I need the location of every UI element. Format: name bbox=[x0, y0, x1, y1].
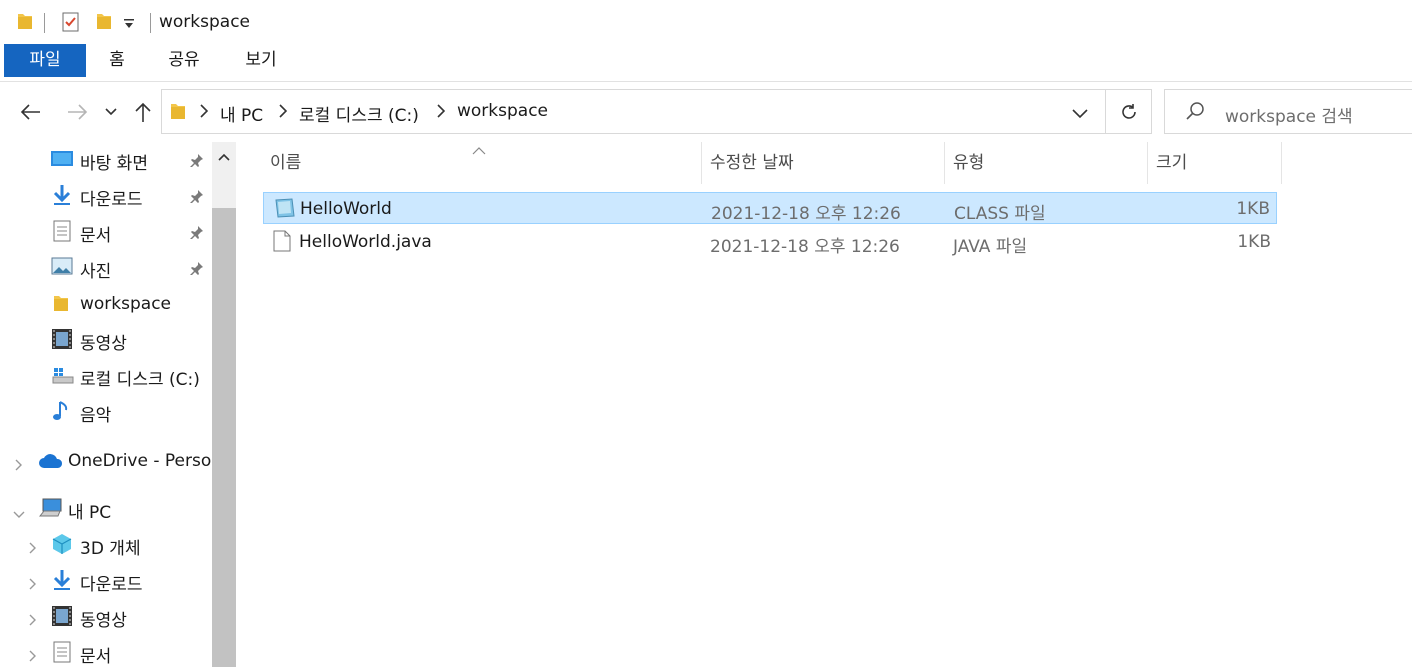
chevron-right-icon[interactable] bbox=[29, 575, 37, 595]
file-date: 2021-12-18 오후 12:26 bbox=[710, 237, 900, 257]
video-icon bbox=[51, 328, 73, 350]
column-header-size[interactable]: 크기 bbox=[1148, 142, 1282, 184]
nav-item-pc-videos[interactable]: 동영상 bbox=[0, 600, 212, 634]
java-file-icon bbox=[273, 230, 291, 257]
file-type: JAVA 파일 bbox=[953, 237, 1028, 257]
computer-icon bbox=[38, 497, 62, 519]
file-name: HelloWorld bbox=[300, 199, 392, 219]
tab-share[interactable]: 공유 bbox=[160, 44, 208, 77]
cube-icon bbox=[51, 533, 73, 555]
nav-item-3d-objects[interactable]: 3D 개체 bbox=[0, 528, 212, 562]
video-icon bbox=[51, 605, 73, 627]
nav-scrollbar[interactable] bbox=[212, 142, 236, 667]
download-icon bbox=[52, 184, 74, 206]
title-bar: workspace bbox=[0, 0, 1412, 44]
nav-item-workspace[interactable]: workspace bbox=[0, 288, 212, 322]
pin-icon[interactable] bbox=[190, 188, 204, 208]
ribbon-tabs: 파일 홈 공유 보기 bbox=[0, 44, 1412, 82]
chevron-right-icon[interactable] bbox=[279, 103, 288, 123]
refresh-icon bbox=[1122, 103, 1136, 119]
recent-locations-button[interactable] bbox=[100, 97, 122, 127]
pin-icon[interactable] bbox=[190, 224, 204, 244]
pin-icon[interactable] bbox=[190, 152, 204, 172]
chevron-right-icon[interactable] bbox=[29, 611, 37, 631]
file-name: HelloWorld.java bbox=[299, 232, 432, 252]
breadcrumb-this-pc[interactable]: 내 PC bbox=[220, 101, 263, 126]
cloud-icon bbox=[38, 453, 63, 475]
file-size: 1KB bbox=[1236, 199, 1270, 219]
nav-item-downloads[interactable]: 다운로드 bbox=[0, 179, 212, 213]
folder-icon bbox=[52, 293, 74, 315]
class-file-icon bbox=[272, 197, 296, 224]
download-icon bbox=[52, 569, 74, 591]
file-row[interactable]: HelloWorld 2021-12-18 오후 12:26 CLASS 파일 … bbox=[263, 192, 1277, 224]
pin-icon[interactable] bbox=[190, 260, 204, 280]
column-header-date[interactable]: 수정한 날짜 bbox=[702, 142, 945, 184]
documents-icon bbox=[52, 641, 74, 663]
chevron-right-icon[interactable] bbox=[29, 647, 37, 667]
desktop-icon bbox=[50, 148, 73, 170]
drive-icon bbox=[51, 364, 74, 386]
column-header-row: 이름 수정한 날짜 유형 크기 bbox=[262, 142, 1282, 184]
nav-item-onedrive[interactable]: OneDrive - Persor bbox=[0, 445, 218, 479]
search-input[interactable]: workspace 검색 bbox=[1225, 102, 1353, 127]
column-header-type[interactable]: 유형 bbox=[945, 142, 1148, 184]
nav-item-pictures[interactable]: 사진 bbox=[0, 251, 212, 285]
chevron-right-icon[interactable] bbox=[437, 103, 446, 123]
navigation-pane: 바탕 화면 다운로드 문서 사진 workspace 동영상 로컬 디스크 (C… bbox=[0, 142, 240, 667]
address-bar[interactable]: 내 PC 로컬 디스크 (C:) workspace bbox=[161, 89, 1152, 134]
chevron-down-icon[interactable] bbox=[1072, 104, 1088, 124]
tab-file[interactable]: 파일 bbox=[4, 44, 86, 77]
tab-home[interactable]: 홈 bbox=[98, 44, 136, 77]
chevron-right-icon[interactable] bbox=[15, 456, 23, 476]
column-header-name[interactable]: 이름 bbox=[262, 142, 702, 184]
breadcrumb-local-disk[interactable]: 로컬 디스크 (C:) bbox=[299, 101, 419, 126]
folder-icon bbox=[169, 101, 187, 126]
folder-icon bbox=[16, 11, 34, 36]
chevron-down-icon[interactable] bbox=[13, 504, 25, 524]
nav-item-pc-documents[interactable]: 문서 bbox=[0, 636, 212, 667]
window-title: workspace bbox=[159, 12, 251, 32]
file-row[interactable]: HelloWorld.java 2021-12-18 오후 12:26 JAVA… bbox=[263, 226, 1277, 258]
music-icon bbox=[52, 400, 74, 422]
nav-item-desktop[interactable]: 바탕 화면 bbox=[0, 143, 212, 177]
nav-item-videos[interactable]: 동영상 bbox=[0, 323, 212, 357]
pictures-icon bbox=[51, 256, 73, 278]
file-size: 1KB bbox=[1237, 232, 1271, 252]
scrollbar-thumb[interactable] bbox=[212, 208, 236, 667]
tab-view[interactable]: 보기 bbox=[237, 44, 285, 77]
new-folder-icon[interactable] bbox=[95, 11, 113, 36]
nav-item-music[interactable]: 음악 bbox=[0, 395, 212, 429]
nav-item-pc-downloads[interactable]: 다운로드 bbox=[0, 564, 212, 598]
file-date: 2021-12-18 오후 12:26 bbox=[711, 204, 901, 224]
documents-icon bbox=[52, 220, 74, 242]
nav-item-local-disk[interactable]: 로컬 디스크 (C:) bbox=[0, 359, 212, 393]
chevron-right-icon[interactable] bbox=[29, 539, 37, 559]
search-box[interactable]: workspace 검색 bbox=[1164, 89, 1412, 134]
breadcrumb-workspace[interactable]: workspace bbox=[457, 101, 548, 121]
nav-item-documents[interactable]: 문서 bbox=[0, 215, 212, 249]
up-button[interactable] bbox=[130, 97, 156, 127]
back-button[interactable] bbox=[18, 97, 44, 127]
chevron-right-icon[interactable] bbox=[200, 103, 209, 123]
file-type: CLASS 파일 bbox=[954, 204, 1046, 224]
scroll-up-button[interactable] bbox=[212, 142, 236, 172]
properties-icon[interactable] bbox=[61, 11, 81, 38]
search-icon bbox=[1185, 101, 1205, 126]
refresh-button[interactable] bbox=[1105, 90, 1152, 133]
forward-button[interactable] bbox=[64, 97, 90, 127]
nav-item-this-pc[interactable]: 내 PC bbox=[0, 492, 212, 526]
customize-toolbar-dropdown-icon[interactable] bbox=[123, 15, 135, 35]
